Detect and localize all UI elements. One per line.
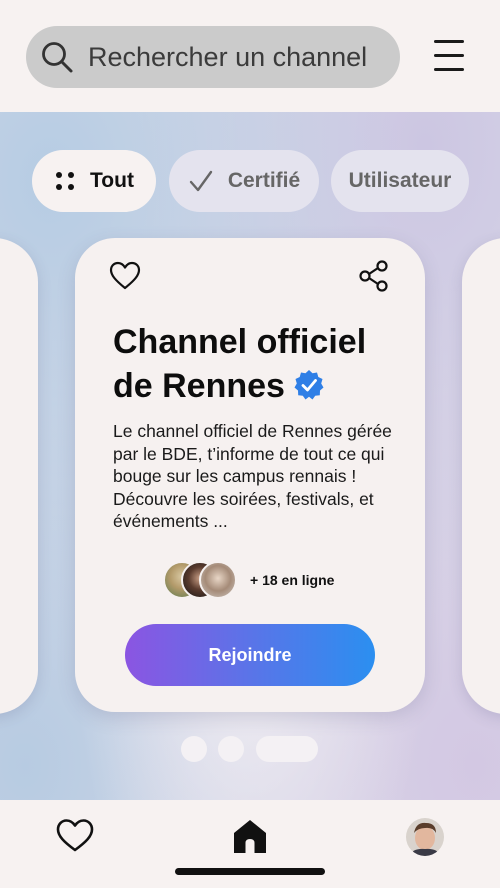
channel-carousel-area: Tout Certifié Utilisateur Channel offici… xyxy=(0,112,500,800)
filter-chip-label: Utilisateur xyxy=(348,169,452,192)
join-button[interactable]: Rejoindre xyxy=(125,624,375,686)
next-channel-card[interactable] xyxy=(462,238,500,714)
filter-chip-label: Certifié xyxy=(227,169,301,192)
verified-badge-icon xyxy=(294,370,324,400)
share-icon[interactable] xyxy=(359,260,389,292)
grid-dots-icon xyxy=(54,170,76,192)
channel-card: Channel officiel de Rennes Le channel of… xyxy=(75,238,425,712)
pagination-dot[interactable] xyxy=(218,736,244,762)
favorites-heart-icon[interactable] xyxy=(56,818,94,854)
filter-chip-tout[interactable]: Tout xyxy=(32,150,156,212)
hamburger-menu-icon[interactable] xyxy=(432,38,468,74)
search-icon xyxy=(42,42,73,73)
home-indicator xyxy=(175,868,325,875)
filter-chip-certifie[interactable]: Certifié xyxy=(169,150,319,212)
previous-channel-card[interactable] xyxy=(0,238,38,714)
top-bar: Rechercher un channel xyxy=(0,0,500,112)
check-icon xyxy=(189,170,213,192)
heart-outline-icon[interactable] xyxy=(109,260,141,292)
online-count: + 18 en ligne xyxy=(250,572,335,588)
filter-chip-utilisateur[interactable]: Utilisateur xyxy=(331,150,469,212)
search-bar[interactable]: Rechercher un channel xyxy=(26,26,400,88)
pagination-dot-active[interactable] xyxy=(256,736,318,762)
profile-avatar[interactable] xyxy=(406,818,444,856)
filter-chip-label: Tout xyxy=(90,169,134,192)
home-icon[interactable] xyxy=(232,818,268,854)
channel-title-text: Channel officiel de Rennes xyxy=(113,323,367,405)
channel-title: Channel officiel de Rennes xyxy=(113,320,403,408)
online-members-avatars xyxy=(163,561,243,601)
channel-description: Le channel officiel de Rennes gérée par … xyxy=(113,421,392,531)
pagination-dot[interactable] xyxy=(181,736,207,762)
search-placeholder[interactable]: Rechercher un channel xyxy=(88,26,367,88)
member-avatar xyxy=(199,561,237,599)
